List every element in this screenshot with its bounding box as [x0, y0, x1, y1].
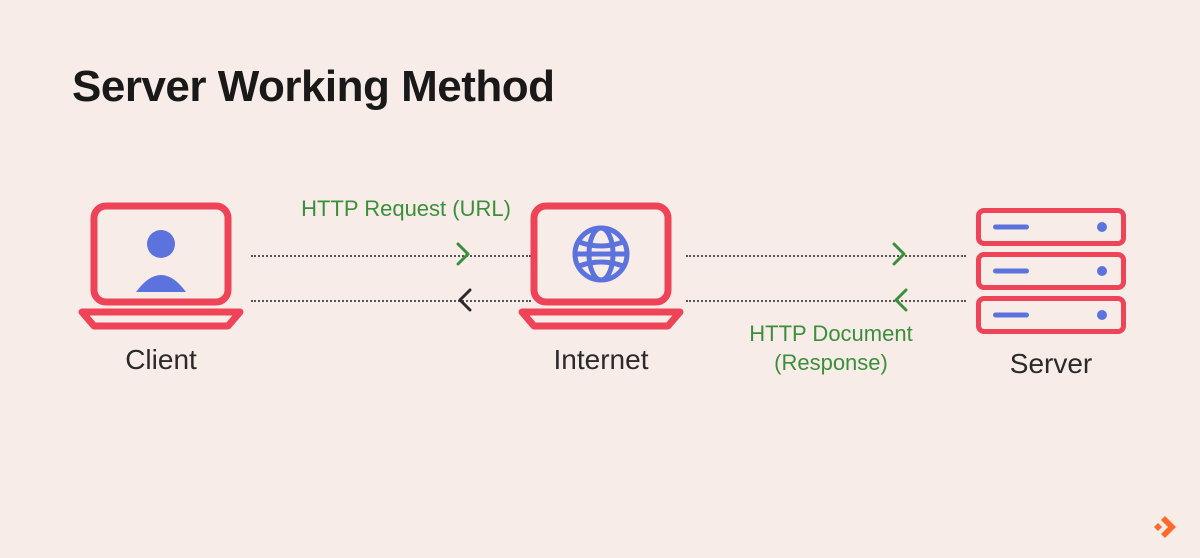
server-rack-icon	[966, 208, 1136, 334]
rack-unit-icon	[976, 208, 1126, 246]
request-line-client-internet	[251, 255, 531, 257]
response-line-internet-client	[251, 300, 531, 302]
response-flow-label: HTTP Document (Response)	[701, 320, 961, 377]
server-node: Server	[966, 208, 1136, 380]
brand-logo-icon	[1152, 514, 1178, 540]
diagram-canvas: Client Internet S	[76, 200, 1140, 430]
request-flow-label: HTTP Request (URL)	[276, 195, 536, 224]
client-node: Client	[76, 200, 246, 376]
chevron-right-icon	[890, 240, 910, 273]
internet-node: Internet	[516, 200, 686, 376]
internet-label: Internet	[516, 344, 686, 376]
request-line-internet-server	[686, 255, 966, 257]
chevron-right-icon	[454, 240, 474, 273]
response-line-server-internet	[686, 300, 966, 302]
chevron-left-icon	[454, 286, 474, 319]
rack-unit-icon	[976, 252, 1126, 290]
server-label: Server	[966, 348, 1136, 380]
client-label: Client	[76, 344, 246, 376]
rack-unit-icon	[976, 296, 1126, 334]
client-laptop-icon	[76, 200, 246, 330]
internet-laptop-icon	[516, 200, 686, 330]
chevron-left-icon	[890, 286, 910, 319]
diagram-title: Server Working Method	[72, 62, 555, 112]
